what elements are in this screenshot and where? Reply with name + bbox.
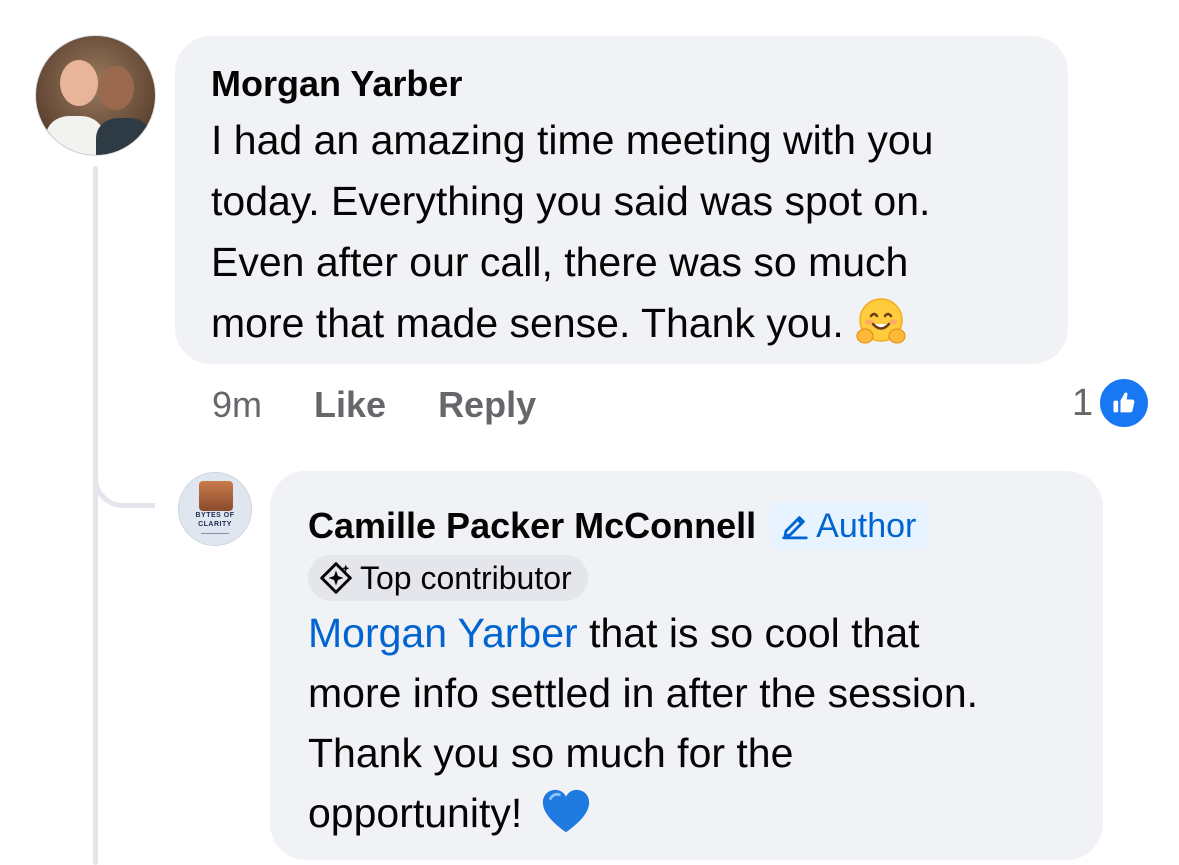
diamond-sparkle-icon — [320, 562, 352, 594]
smiling-face-with-open-hands-icon — [856, 298, 906, 344]
pencil-icon — [782, 516, 808, 540]
like-button[interactable]: Like — [314, 384, 386, 426]
top-contributor-label: Top contributor — [360, 559, 572, 596]
reply-text-line: more info settled in after the session. — [308, 670, 979, 716]
comment-bubble: Morgan Yarber I had an amazing time meet… — [175, 36, 1068, 364]
comment-actions: 9m Like Reply — [212, 380, 588, 430]
comment-text-line: I had an amazing time meeting with you — [211, 117, 934, 163]
reply-connector-curve — [93, 440, 155, 508]
avatar-logo-text: BYTES OF — [195, 512, 235, 519]
reply-header: Camille Packer McConnell Author — [308, 501, 1065, 551]
comment-text-line: Even after our call, there was so much — [211, 239, 909, 285]
top-contributor-badge[interactable]: Top contributor — [308, 555, 588, 601]
thread-connector-line — [93, 166, 98, 865]
reaction-count: 1 — [1072, 381, 1094, 424]
comment-text-line: today. Everything you said was spot on. — [211, 178, 931, 224]
mention-link[interactable]: Morgan Yarber — [308, 610, 578, 656]
author-badge: Author — [770, 502, 929, 550]
comment-text-line-content: more that made sense. Thank you. — [211, 300, 844, 346]
reply-button[interactable]: Reply — [438, 384, 536, 426]
reply-text-line-content: that is so cool that — [577, 610, 920, 656]
blue-heart-icon — [543, 790, 590, 833]
reply-text-line: Thank you so much for the — [308, 730, 794, 776]
comment-author-name[interactable]: Morgan Yarber — [211, 62, 1032, 106]
commenter-avatar[interactable] — [35, 35, 156, 156]
avatar-photo-detail — [60, 60, 98, 106]
reply-author-name[interactable]: Camille Packer McConnell — [308, 504, 756, 548]
avatar-logo-text: CLARITY — [198, 521, 232, 528]
avatar-photo-detail — [199, 481, 233, 511]
avatar-photo-detail — [96, 118, 152, 155]
reaction-summary[interactable]: 1 — [1072, 376, 1152, 430]
reply-bubble: Camille Packer McConnell Author Top cont… — [270, 471, 1103, 860]
avatar-logo-rule — [201, 533, 229, 534]
reply-text-line: opportunity! — [308, 783, 1065, 843]
avatar-photo-detail — [98, 66, 134, 110]
comment-text-line: more that made sense. Thank you. — [211, 293, 1032, 354]
comment-timestamp[interactable]: 9m — [212, 384, 262, 426]
thumbs-up-icon — [1097, 376, 1152, 430]
reply-author-avatar[interactable]: BYTES OF CLARITY — [178, 472, 252, 546]
comment-text: I had an amazing time meeting with you t… — [211, 110, 1032, 354]
author-badge-label: Author — [816, 506, 917, 545]
reply-text: Morgan Yarber that is so cool that more … — [308, 603, 1065, 843]
reply-text-line-content: opportunity! — [308, 790, 523, 836]
reply-text-line: Morgan Yarber that is so cool that — [308, 603, 1065, 663]
